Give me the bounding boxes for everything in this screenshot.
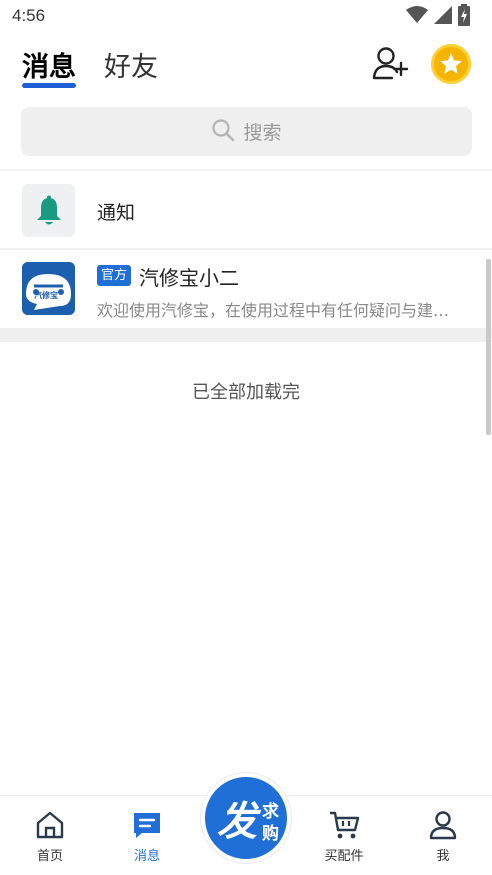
post-button-sub: 购 — [262, 824, 279, 844]
nav-label-home: 首页 — [36, 849, 63, 864]
post-button-main: 发 — [217, 799, 257, 845]
tab-messages[interactable]: 消息 — [22, 45, 76, 88]
cart-icon — [304, 808, 384, 842]
divider — [0, 248, 492, 250]
message-icon — [107, 808, 187, 842]
list-item[interactable]: 汽修宝 官方 汽修宝小二 欢迎使用汽修宝，在使用过程中有任何疑问与建… — [0, 251, 492, 328]
status-icons — [406, 4, 470, 30]
tab-messages-label: 消息 — [22, 52, 76, 83]
bell-icon — [22, 184, 75, 237]
active-tab-indicator — [22, 83, 76, 88]
nav-item-messages[interactable]: 消息 — [107, 808, 187, 864]
signal-icon — [434, 6, 452, 28]
all-loaded-text: 已全部加载完 — [192, 382, 300, 403]
chat-name: 汽修宝小二 — [139, 266, 239, 290]
nav-label-me: 我 — [436, 849, 450, 864]
status-bar: 4:56 — [0, 0, 492, 34]
coin-star-icon[interactable] — [431, 44, 471, 84]
tab-friends-label: 好友 — [104, 52, 158, 83]
avatar-text: 汽修宝 — [34, 291, 58, 300]
wifi-icon — [406, 6, 428, 28]
nav-item-buy-parts[interactable]: 买配件 — [304, 808, 384, 864]
post-request-button[interactable]: 发 求 购 — [201, 773, 291, 863]
notice-label: 通知 — [97, 202, 136, 224]
nav-label-buy-parts: 买配件 — [324, 849, 364, 864]
nav-item-home[interactable]: 首页 — [10, 808, 90, 864]
header: 消息 好友 — [0, 34, 492, 98]
notice-row[interactable]: 通知 — [0, 172, 492, 248]
divider — [0, 328, 492, 342]
search-input[interactable]: 搜索 — [21, 107, 472, 156]
status-time: 4:56 — [12, 6, 46, 25]
official-badge: 官方 — [97, 265, 132, 286]
search-placeholder: 搜索 — [243, 122, 282, 144]
nav-item-me[interactable]: 我 — [403, 808, 483, 864]
chat-preview: 欢迎使用汽修宝，在使用过程中有任何疑问与建… — [97, 301, 450, 320]
divider — [0, 169, 492, 171]
nav-label-messages: 消息 — [133, 849, 160, 864]
avatar: 汽修宝 — [22, 262, 75, 315]
scrollbar[interactable] — [486, 259, 491, 435]
search-icon — [211, 118, 235, 146]
user-icon — [403, 808, 483, 842]
tab-friends[interactable]: 好友 — [104, 45, 158, 84]
battery-icon — [458, 4, 470, 30]
add-friend-icon[interactable] — [372, 46, 410, 82]
home-icon — [10, 808, 90, 842]
